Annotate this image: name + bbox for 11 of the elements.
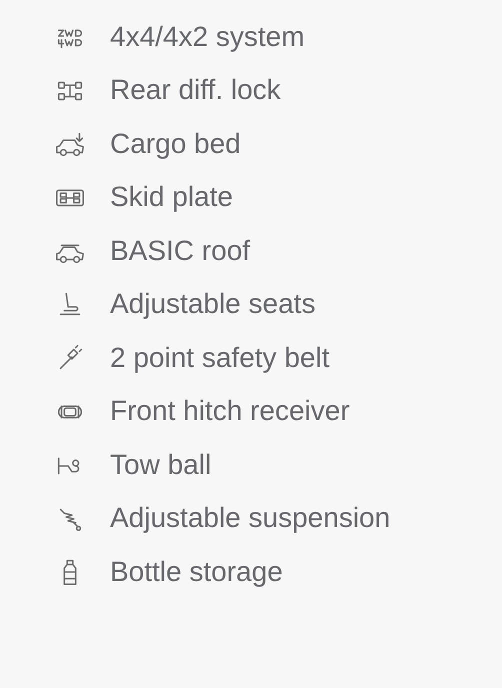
feature-label: Skid plate <box>110 183 233 212</box>
feature-label: Adjustable suspension <box>110 504 390 532</box>
feature-label: Rear diff. lock <box>110 76 281 104</box>
feature-label: BASIC roof <box>110 236 250 265</box>
feature-label: 4x4/4x2 system <box>110 22 305 51</box>
feature-label: Front hitch receiver <box>110 397 350 426</box>
feature-label: Adjustable seats <box>110 290 316 318</box>
feature-label: Tow ball <box>110 450 212 479</box>
feature-label: Bottle storage <box>110 558 283 586</box>
feature-label: 2 point safety belt <box>110 344 330 372</box>
feature-label: Cargo bed <box>110 130 241 158</box>
